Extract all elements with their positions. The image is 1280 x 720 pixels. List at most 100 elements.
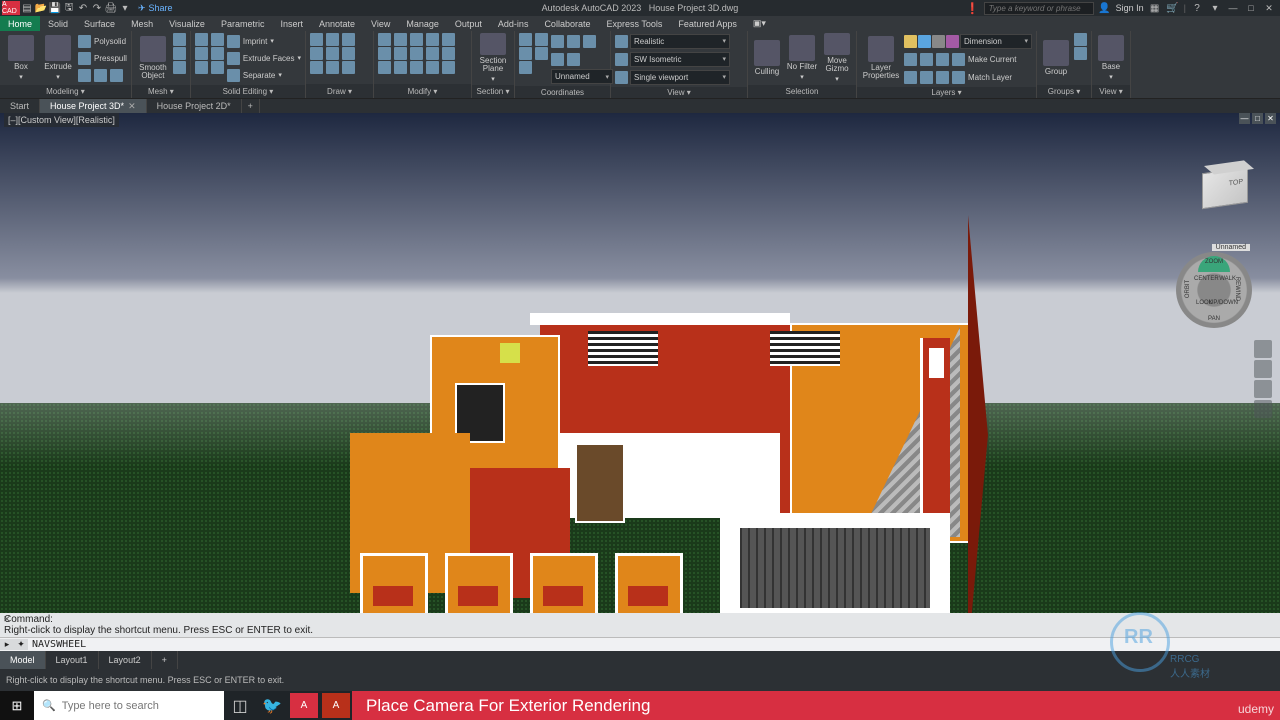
revolve-icon[interactable] xyxy=(78,69,91,82)
rotate-icon[interactable] xyxy=(394,33,407,46)
file-tab-add[interactable]: + xyxy=(242,99,260,113)
thicken-icon[interactable] xyxy=(211,47,224,60)
extrude-faces-button[interactable]: Extrude Faces▾ xyxy=(227,50,301,66)
pline-icon[interactable] xyxy=(342,33,355,46)
apps-icon[interactable]: ▦ xyxy=(1148,1,1162,15)
taskbar-autocad-icon[interactable]: A xyxy=(290,693,318,718)
ellipse-icon[interactable] xyxy=(342,47,355,60)
panel-title-layers[interactable]: Layers ▾ xyxy=(857,87,1036,98)
signin-icon[interactable]: 👤 xyxy=(1098,1,1112,15)
separate-button[interactable]: Separate▾ xyxy=(227,67,301,83)
layer-dropdown[interactable]: Dimension▾ xyxy=(960,34,1032,49)
tab-view[interactable]: View xyxy=(363,16,398,31)
help-arrow-icon[interactable]: ▾ xyxy=(1208,1,1222,15)
viewcube[interactable]: TOP xyxy=(1202,170,1252,220)
file-tab-start[interactable]: Start xyxy=(0,99,40,113)
tab-featured[interactable]: Featured Apps xyxy=(670,16,745,31)
navigation-wheel[interactable]: ZOOM PAN ORBIT REWIND CENTER WALK LOOK U… xyxy=(1176,252,1252,328)
offset-icon[interactable] xyxy=(426,61,439,74)
app-icon[interactable]: A CAD xyxy=(2,1,20,15)
move-icon[interactable] xyxy=(378,33,391,46)
mesh-ico-1[interactable] xyxy=(173,33,186,46)
navwheel-zoom[interactable]: ZOOM xyxy=(1205,259,1223,265)
ucs-z-icon[interactable] xyxy=(583,35,596,48)
layout-tab-1[interactable]: Layout1 xyxy=(46,651,99,669)
task-view-icon[interactable]: ◫ xyxy=(224,691,256,720)
tab-express[interactable]: Express Tools xyxy=(598,16,670,31)
qat-undo-icon[interactable]: ↶ xyxy=(76,1,90,15)
tab-parametric[interactable]: Parametric xyxy=(213,16,273,31)
share-button[interactable]: ✈Share xyxy=(138,3,173,14)
ucs-x-icon[interactable] xyxy=(551,35,564,48)
visualstyle-icon[interactable] xyxy=(615,35,628,48)
layer-freeze-icon[interactable] xyxy=(918,35,931,48)
mesh-ico-3[interactable] xyxy=(173,61,186,74)
help-icon[interactable]: ? xyxy=(1190,1,1204,15)
smooth-object-button[interactable]: Smooth Object xyxy=(136,33,170,83)
tab-home[interactable]: Home xyxy=(0,16,40,31)
panel-title-view-right[interactable]: View ▾ xyxy=(1092,85,1130,98)
culling-button[interactable]: Culling xyxy=(752,33,782,83)
move-gizmo-button[interactable]: Move Gizmo▾ xyxy=(822,33,852,83)
tab-solid[interactable]: Solid xyxy=(40,16,76,31)
subtract-icon[interactable] xyxy=(195,47,208,60)
tab-output[interactable]: Output xyxy=(447,16,490,31)
nav-showmotion-icon[interactable] xyxy=(1254,400,1272,418)
viewport-minimize-button[interactable]: — xyxy=(1239,113,1250,124)
panel-title-selection[interactable]: Selection xyxy=(748,85,856,98)
tab-expand-icon[interactable]: ▣▾ xyxy=(745,16,774,31)
layout-tab-2[interactable]: Layout2 xyxy=(99,651,152,669)
slice-icon[interactable] xyxy=(211,33,224,46)
layiso-icon[interactable] xyxy=(904,53,917,66)
qat-redo-icon[interactable]: ↷ xyxy=(90,1,104,15)
mod-ico-a[interactable] xyxy=(442,47,455,60)
trim-icon[interactable] xyxy=(410,33,423,46)
erase-icon[interactable] xyxy=(426,33,439,46)
layon-icon[interactable] xyxy=(904,71,917,84)
navwheel-orbit[interactable]: ORBIT xyxy=(1185,280,1191,298)
signin-label[interactable]: Sign In xyxy=(1116,3,1144,13)
layer-color-icon[interactable] xyxy=(946,35,959,48)
region-icon[interactable] xyxy=(342,61,355,74)
array-icon[interactable] xyxy=(410,61,423,74)
viewport-dropdown[interactable]: Single viewport▾ xyxy=(630,70,730,85)
viewport-label[interactable]: [–][Custom View][Realistic] xyxy=(4,113,119,127)
section-plane-button[interactable]: Section Plane▾ xyxy=(476,33,510,83)
taskbar-pdf-icon[interactable]: A xyxy=(322,693,350,718)
ungroup-icon[interactable] xyxy=(1074,33,1087,46)
cart-icon[interactable]: 🛒 xyxy=(1166,1,1180,15)
cmd-close-icon[interactable]: ✕ xyxy=(3,614,11,625)
tab-manage[interactable]: Manage xyxy=(398,16,447,31)
extrude-button[interactable]: Extrude▾ xyxy=(41,33,75,83)
mirror-icon[interactable] xyxy=(394,47,407,60)
make-current-button[interactable]: Make Current xyxy=(904,51,1032,67)
tab-insert[interactable]: Insert xyxy=(272,16,311,31)
mesh-ico-2[interactable] xyxy=(173,47,186,60)
nav-orbit-icon[interactable] xyxy=(1254,380,1272,398)
union-icon[interactable] xyxy=(195,33,208,46)
tab-surface[interactable]: Surface xyxy=(76,16,123,31)
mod-ico-b[interactable] xyxy=(442,61,455,74)
qat-new-icon[interactable]: ▤ xyxy=(20,1,34,15)
fillet-icon[interactable] xyxy=(410,47,423,60)
box-button[interactable]: Box▾ xyxy=(4,33,38,83)
tab-mesh[interactable]: Mesh xyxy=(123,16,161,31)
panel-title-section[interactable]: Section ▾ xyxy=(472,85,514,98)
polysolid-button[interactable]: Polysolid xyxy=(78,33,127,49)
viewport-close-button[interactable]: ✕ xyxy=(1265,113,1276,124)
viewport-maximize-button[interactable]: □ xyxy=(1252,113,1263,124)
panel-title-coordinates[interactable]: Coordinates xyxy=(515,86,610,98)
cmd-chevron-icon[interactable]: ▸ xyxy=(0,639,14,650)
hatch-icon[interactable] xyxy=(310,61,323,74)
copy-icon[interactable] xyxy=(378,47,391,60)
scale-icon[interactable] xyxy=(394,61,407,74)
sweep-icon[interactable] xyxy=(110,69,123,82)
layuniso-icon[interactable] xyxy=(936,71,949,84)
rect-icon[interactable] xyxy=(310,47,323,60)
qat-saveas-icon[interactable]: 🖫 xyxy=(62,1,76,15)
command-input[interactable]: NAVSWHEEL xyxy=(28,639,1280,650)
line-icon[interactable] xyxy=(310,33,323,46)
nav-zoom-icon[interactable] xyxy=(1254,360,1272,378)
navwheel-updown[interactable]: UP/DOWN xyxy=(1209,300,1238,306)
shell-icon[interactable] xyxy=(211,61,224,74)
